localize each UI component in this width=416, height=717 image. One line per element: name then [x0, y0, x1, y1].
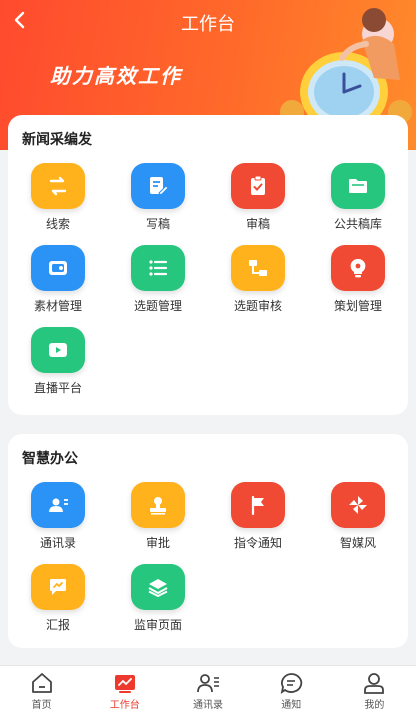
tab-home[interactable]: 首页 — [0, 666, 83, 717]
app-public-library[interactable]: 公共稿库 — [308, 163, 408, 245]
live-play-icon — [31, 327, 85, 373]
user-icon — [364, 673, 385, 694]
list-icon — [131, 245, 185, 291]
tab-label: 首页 — [31, 700, 52, 711]
tab-notice[interactable]: 通知 — [250, 666, 333, 717]
message-icon — [280, 673, 303, 694]
app-label: 选题审核 — [233, 299, 282, 313]
app-label: 审批 — [145, 536, 170, 550]
app-label: 写稿 — [145, 217, 170, 231]
clue-icon — [31, 163, 85, 209]
app-label: 选题管理 — [133, 299, 182, 313]
app-label: 素材管理 — [33, 299, 82, 313]
app-label: 监审页面 — [133, 618, 182, 632]
app-approval[interactable]: 审批 — [108, 482, 208, 564]
report-icon — [31, 564, 85, 610]
app-topic-management[interactable]: 选题管理 — [108, 245, 208, 327]
app-write-draft[interactable]: 写稿 — [108, 163, 208, 245]
bottom-tab-bar: 首页 工作台 通讯录 通知 我的 — [0, 665, 416, 717]
section-grid: 通讯录 审批 指令通知 智媒风 汇报 监审页面 — [8, 482, 408, 646]
lightbulb-icon — [331, 245, 385, 291]
contacts-icon — [197, 674, 219, 693]
app-label: 智媒风 — [339, 536, 376, 550]
app-label: 线索 — [45, 217, 70, 231]
folder-icon — [331, 163, 385, 209]
tab-workbench[interactable]: 工作台 — [83, 666, 166, 717]
app-report[interactable]: 汇报 — [8, 564, 108, 646]
tab-label: 工作台 — [109, 700, 140, 711]
app-label: 公共稿库 — [333, 217, 382, 231]
pinwheel-icon — [331, 482, 385, 528]
app-planning-management[interactable]: 策划管理 — [308, 245, 408, 327]
app-clue[interactable]: 线索 — [8, 163, 108, 245]
tab-label: 我的 — [364, 700, 385, 711]
app-supervision-page[interactable]: 监审页面 — [108, 564, 208, 646]
news-editing-section: 新闻采编发 线索 写稿 审稿 公共稿库 素材管理 选题管理 选题审核 策划管理 … — [8, 115, 408, 415]
app-label: 策划管理 — [333, 299, 382, 313]
stamp-icon — [131, 482, 185, 528]
review-clipboard-icon — [231, 163, 285, 209]
app-contacts[interactable]: 通讯录 — [8, 482, 108, 564]
tab-label: 通讯录 — [193, 700, 223, 711]
workbench-icon — [114, 675, 135, 693]
layers-icon — [131, 564, 185, 610]
flow-icon — [231, 245, 285, 291]
app-label: 审稿 — [245, 217, 270, 231]
tab-mine[interactable]: 我的 — [333, 666, 416, 717]
home-icon — [31, 673, 52, 693]
section-grid: 线索 写稿 审稿 公共稿库 素材管理 选题管理 选题审核 策划管理 直播平台 — [8, 163, 408, 409]
header-slogan: 助力高效工作 — [50, 64, 182, 88]
app-label: 直播平台 — [33, 381, 82, 395]
section-title: 新闻采编发 — [22, 132, 92, 148]
app-label: 指令通知 — [233, 536, 282, 550]
edit-document-icon — [131, 163, 185, 209]
app-label: 汇报 — [45, 618, 70, 632]
flag-icon — [231, 482, 285, 528]
tab-contacts[interactable]: 通讯录 — [166, 666, 249, 717]
tab-label: 通知 — [281, 700, 302, 711]
app-label: 通讯录 — [39, 536, 76, 550]
app-live-platform[interactable]: 直播平台 — [8, 327, 108, 409]
smart-office-section: 智慧办公 通讯录 审批 指令通知 智媒风 汇报 监审页面 — [8, 434, 408, 648]
app-material-management[interactable]: 素材管理 — [8, 245, 108, 327]
section-title: 智慧办公 — [22, 451, 78, 467]
app-command-notice[interactable]: 指令通知 — [208, 482, 308, 564]
image-folder-icon — [31, 245, 85, 291]
app-smart-media[interactable]: 智媒风 — [308, 482, 408, 564]
contacts-icon — [31, 482, 85, 528]
app-topic-review[interactable]: 选题审核 — [208, 245, 308, 327]
app-review-draft[interactable]: 审稿 — [208, 163, 308, 245]
